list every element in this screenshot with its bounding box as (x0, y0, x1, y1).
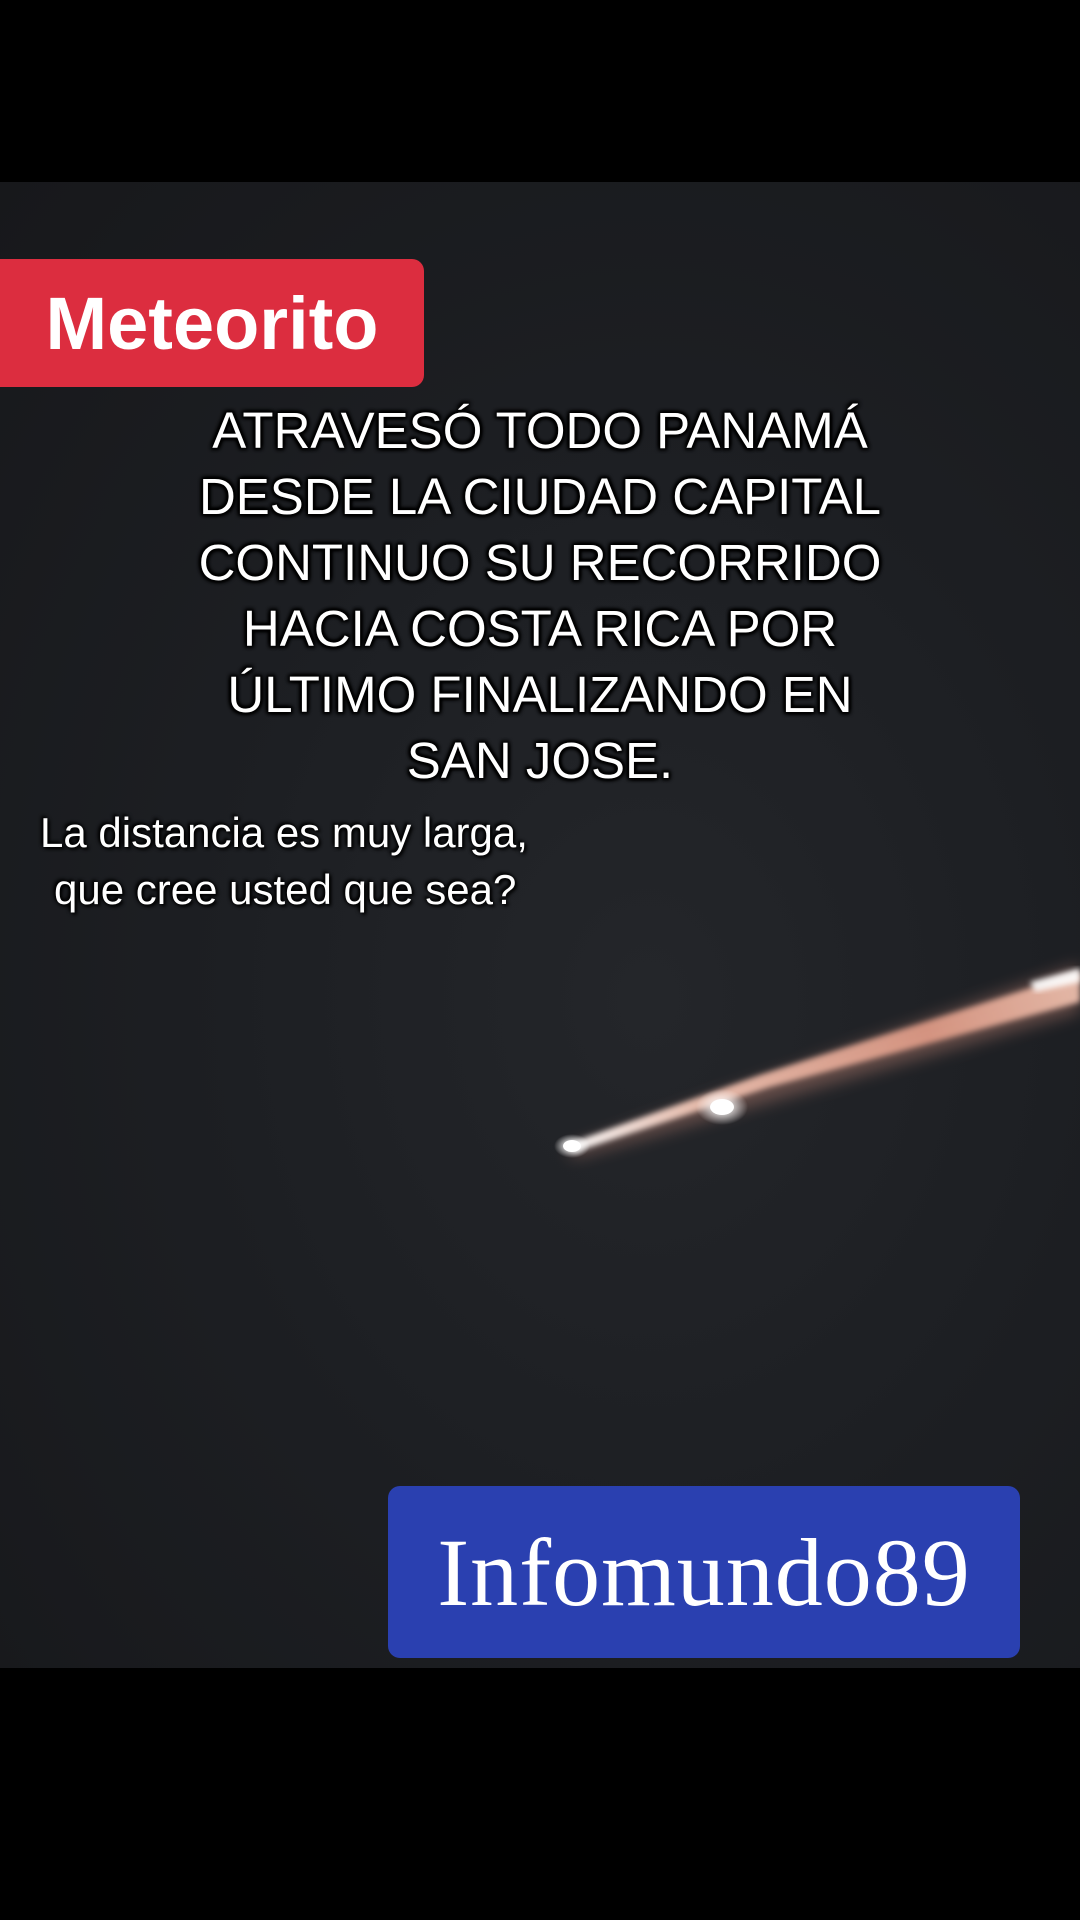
headline-line: SAN JOSE. (406, 732, 674, 789)
headline-line: DESDE LA CIUDAD CAPITAL (198, 468, 882, 525)
headline-line: ÚLTIMO FINALIZANDO EN (227, 666, 853, 723)
video-screen[interactable]: Meteorito ATRAVESÓ TODO PANAMÁ DESDE LA … (0, 0, 1080, 1920)
headline-line: CONTINUO SU RECORRIDO (198, 534, 882, 591)
headline-line: HACIA COSTA RICA POR (242, 600, 838, 657)
question-line: que cree usted que sea? (54, 866, 517, 913)
tag-badge-label: Meteorito (45, 281, 379, 365)
meteorito-tag-badge: Meteorito (0, 259, 424, 387)
headline-line: ATRAVESÓ TODO PANAMÁ (212, 402, 868, 459)
headline-caption: ATRAVESÓ TODO PANAMÁ DESDE LA CIUDAD CAP… (120, 398, 960, 794)
question-line: La distancia es muy larga, (40, 809, 528, 856)
watermark-label: Infomundo89 (437, 1518, 971, 1626)
channel-watermark: Infomundo89 (388, 1486, 1020, 1658)
question-caption: La distancia es muy larga, que cree uste… (36, 804, 636, 918)
